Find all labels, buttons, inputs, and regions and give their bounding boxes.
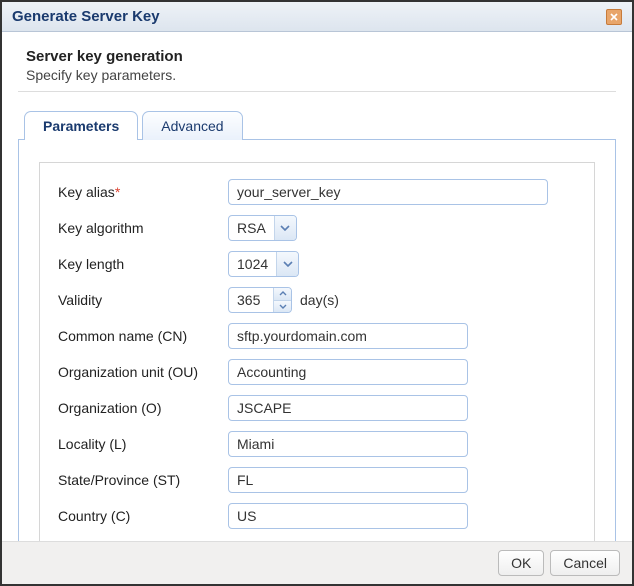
label-country: Country (C) xyxy=(58,508,228,524)
row-org-unit: Organization unit (OU) xyxy=(58,359,576,385)
label-key-algorithm: Key algorithm xyxy=(58,220,228,236)
spinner-validity-down[interactable] xyxy=(274,300,291,313)
label-validity-unit: day(s) xyxy=(300,292,339,308)
select-key-length-trigger[interactable] xyxy=(276,252,298,276)
dialog-title: Generate Server Key xyxy=(12,8,160,25)
select-key-algorithm-trigger[interactable] xyxy=(274,216,296,240)
content-area: Server key generation Specify key parame… xyxy=(2,32,632,541)
spinner-validity-value: 365 xyxy=(229,288,273,312)
cancel-button[interactable]: Cancel xyxy=(550,550,620,576)
heading-title: Server key generation xyxy=(26,48,612,65)
heading-subtitle: Specify key parameters. xyxy=(26,67,612,83)
label-key-length: Key length xyxy=(58,256,228,272)
input-org-unit[interactable] xyxy=(228,359,468,385)
label-locality: Locality (L) xyxy=(58,436,228,452)
ok-button[interactable]: OK xyxy=(498,550,544,576)
spinner-validity-buttons xyxy=(273,288,291,312)
chevron-up-icon xyxy=(279,291,287,296)
label-validity: Validity xyxy=(58,292,228,308)
row-country: Country (C) xyxy=(58,503,576,529)
close-button[interactable] xyxy=(606,9,622,25)
row-state: State/Province (ST) xyxy=(58,467,576,493)
form-box: Key alias* Key algorithm RSA Key length xyxy=(39,162,595,541)
spinner-validity-up[interactable] xyxy=(274,288,291,300)
heading-block: Server key generation Specify key parame… xyxy=(18,44,616,92)
tab-parameters[interactable]: Parameters xyxy=(24,111,138,140)
dialog-footer: OK Cancel xyxy=(2,541,632,584)
input-key-alias[interactable] xyxy=(228,179,548,205)
tab-advanced[interactable]: Advanced xyxy=(142,111,242,140)
chevron-down-icon xyxy=(283,261,293,267)
row-key-length: Key length 1024 xyxy=(58,251,576,277)
select-key-length[interactable]: 1024 xyxy=(228,251,299,277)
label-common-name: Common name (CN) xyxy=(58,328,228,344)
select-key-algorithm[interactable]: RSA xyxy=(228,215,297,241)
label-org-unit: Organization unit (OU) xyxy=(58,364,228,380)
dialog-generate-server-key: Generate Server Key Server key generatio… xyxy=(0,0,634,586)
input-locality[interactable] xyxy=(228,431,468,457)
label-organization: Organization (O) xyxy=(58,400,228,416)
required-mark: * xyxy=(115,184,120,200)
row-common-name: Common name (CN) xyxy=(58,323,576,349)
tab-strip: Parameters Advanced xyxy=(18,110,616,139)
input-country[interactable] xyxy=(228,503,468,529)
titlebar: Generate Server Key xyxy=(2,2,632,32)
label-key-alias-text: Key alias xyxy=(58,184,115,200)
row-key-algorithm: Key algorithm RSA xyxy=(58,215,576,241)
select-key-length-value: 1024 xyxy=(229,252,276,276)
input-organization[interactable] xyxy=(228,395,468,421)
select-key-algorithm-value: RSA xyxy=(229,216,274,240)
label-key-alias: Key alias* xyxy=(58,184,228,200)
tab-panel-parameters: Key alias* Key algorithm RSA Key length xyxy=(18,139,616,541)
row-locality: Locality (L) xyxy=(58,431,576,457)
label-state: State/Province (ST) xyxy=(58,472,228,488)
chevron-down-icon xyxy=(280,225,290,231)
input-common-name[interactable] xyxy=(228,323,468,349)
row-organization: Organization (O) xyxy=(58,395,576,421)
spinner-validity[interactable]: 365 xyxy=(228,287,292,313)
close-icon xyxy=(610,13,618,21)
row-key-alias: Key alias* xyxy=(58,179,576,205)
input-state[interactable] xyxy=(228,467,468,493)
row-validity: Validity 365 day(s) xyxy=(58,287,576,313)
chevron-down-icon xyxy=(279,304,287,309)
